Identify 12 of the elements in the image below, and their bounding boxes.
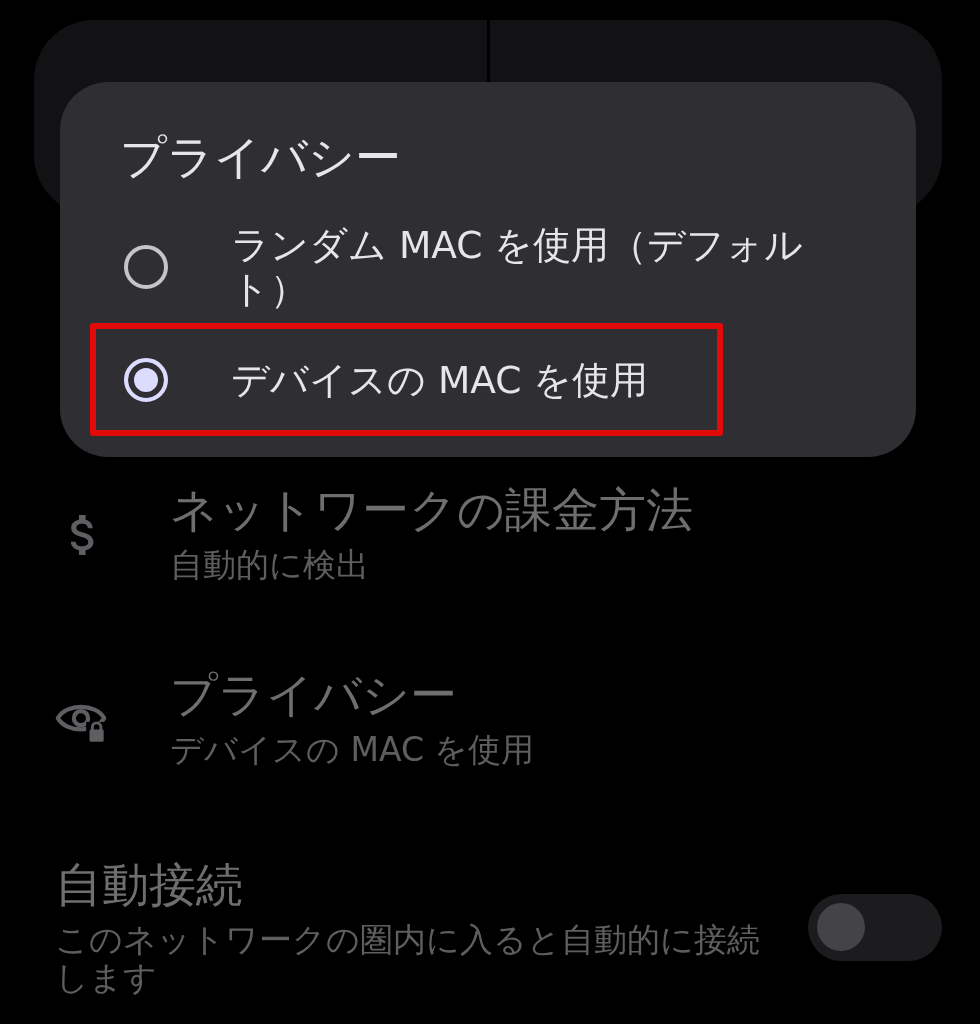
radio-icon[interactable] [124,244,168,289]
setting-summary: デバイスの MAC を使用 [170,729,535,771]
setting-title: 自動接続 [55,857,244,913]
dialog-title: プライバシー [120,130,402,185]
setting-summary: このネットワークの圏内に入ると自動的に接続します [55,921,761,997]
setting-title: ネットワークの課金方法 [170,482,693,538]
setting-title: プライバシー [170,667,458,723]
radio-option[interactable]: ランダム MAC を使用（デフォルト） [96,216,880,317]
switch-thumb[interactable] [817,903,865,951]
radio-option[interactable]: デバイスの MAC を使用 [96,329,718,430]
setting-summary: 自動的に検出 [170,544,370,586]
radio-icon[interactable] [124,357,168,402]
